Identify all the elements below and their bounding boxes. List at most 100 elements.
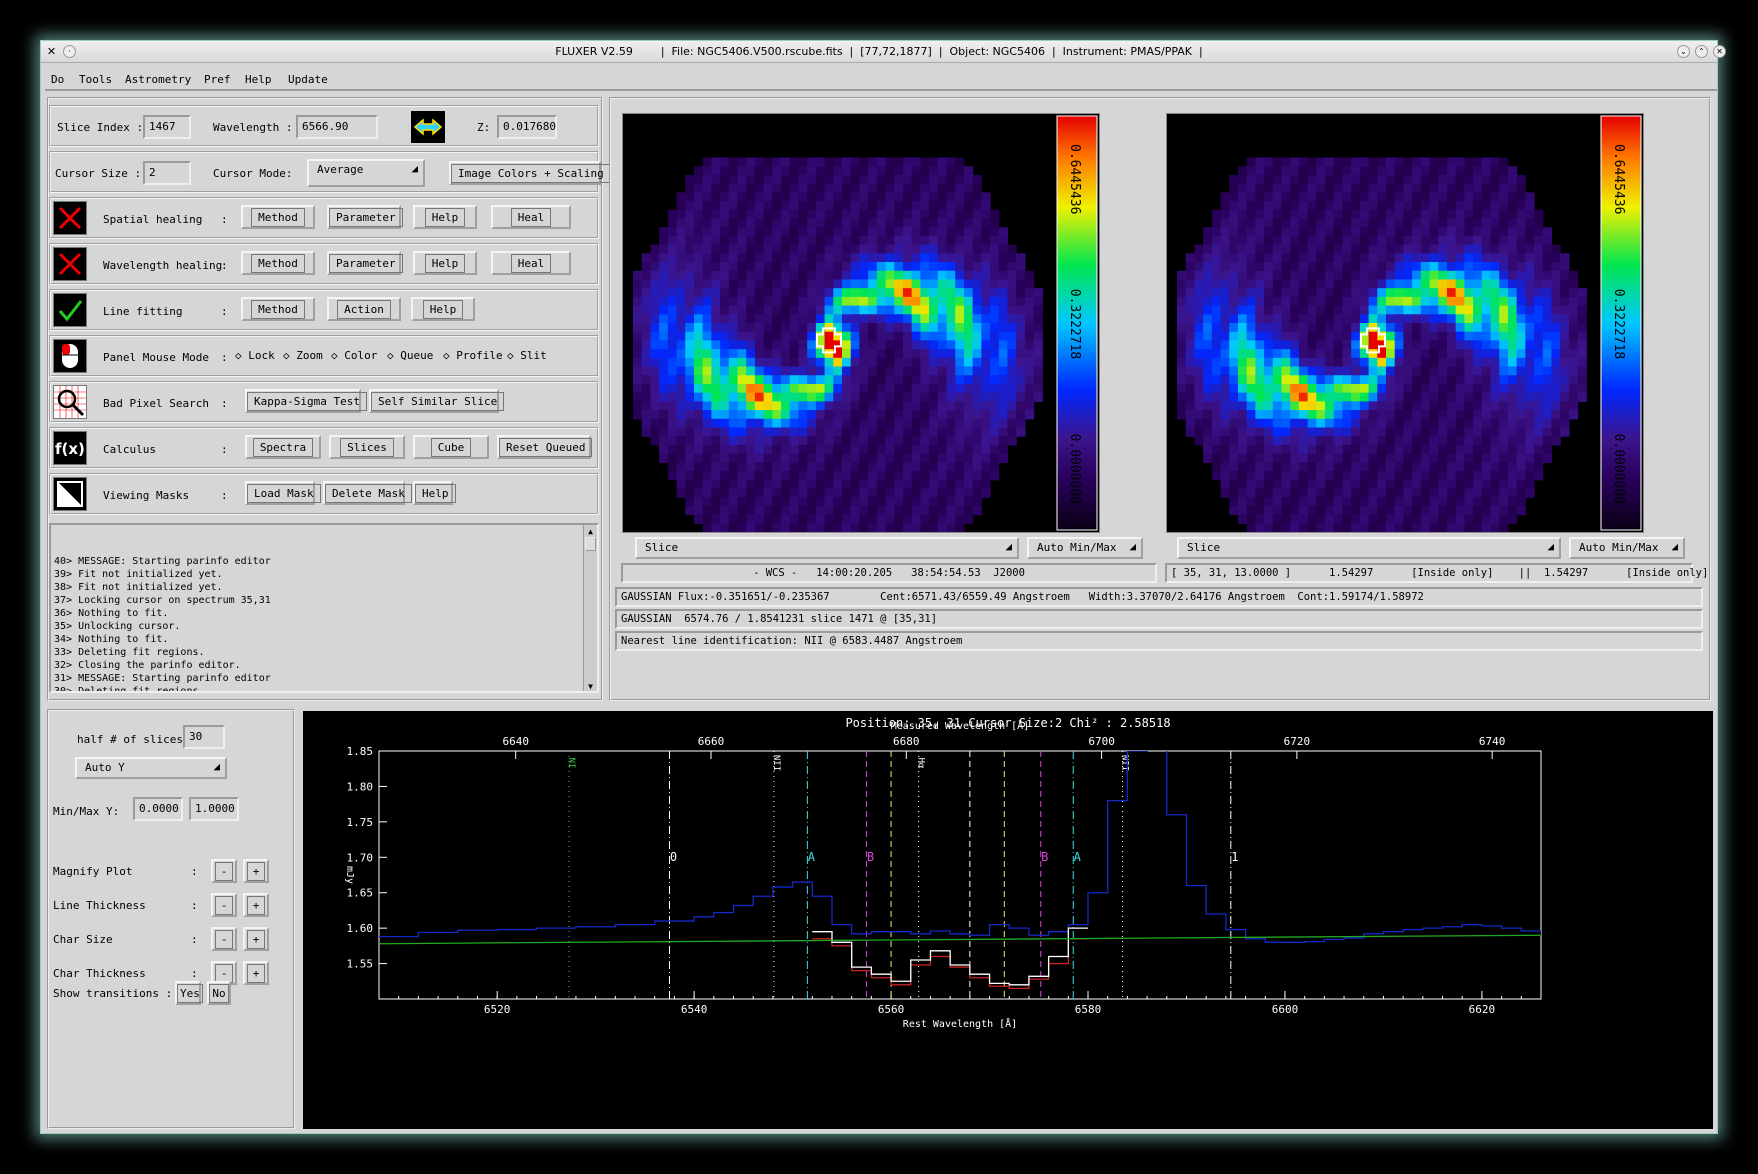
wavelength-input[interactable]: 6566.90 [296,115,378,139]
spatial-parameter-button[interactable]: Parameter [327,205,403,229]
mask-help-button[interactable]: Help [413,481,456,505]
button-label: Method [251,300,305,319]
cube-button[interactable]: Cube [413,435,489,459]
kappa-sigma-button[interactable]: Kappa-Sigma Test [245,389,367,413]
wavelength-heal-button[interactable]: Heal [491,251,571,275]
image-pixel [693,488,704,498]
image-pixel [807,401,817,411]
menu-astrometry[interactable]: Astrometry [125,73,191,86]
right-panel-scaling-dropdown[interactable]: Auto Min/Max ◢ [1569,537,1685,559]
right-panel-mode-dropdown[interactable]: Slice ◢ [1177,537,1561,559]
spatial-method-button[interactable]: Method [241,205,315,229]
image-pixel [1351,497,1361,507]
stepper-plus-button[interactable]: + [243,893,269,917]
image-pixel [955,235,965,246]
spectra-button[interactable]: Spectra [245,435,321,459]
image-pixel [789,174,800,185]
spectrum-plot[interactable]: Position: 35, 31 Cursor Size:2 Chi² : 2.… [303,711,1713,1129]
scroll-down-icon[interactable]: ▼ [585,680,596,691]
fit-method-button[interactable]: Method [241,297,315,321]
redshift-input[interactable]: 0.017680 [497,115,557,139]
spatial-help-button[interactable]: Help [413,205,477,229]
maximize-icon[interactable]: ⌃ [1695,45,1708,58]
reset-queued-button[interactable]: Reset Queued [497,435,593,459]
radio-lock[interactable]: ◇ Lock [235,349,275,362]
image-pixel [676,305,686,315]
image-pixel [981,305,991,315]
scroll-thumb[interactable] [585,537,596,551]
image-pixel [789,497,800,507]
radio-queue[interactable]: ◇ Queue [387,349,433,362]
image-pixel [1516,340,1526,350]
fit-help-button[interactable]: Help [411,297,475,321]
wavelength-help-button[interactable]: Help [413,251,477,275]
stepper-plus-button[interactable]: + [243,927,269,951]
message-log[interactable]: 40> MESSAGE: Starting parinfo editor 39> … [49,523,599,693]
image-colors-scaling-button[interactable]: Image Colors + Scaling [449,161,611,185]
min-y-input[interactable]: 0.0000 [133,797,183,821]
image-pixel [772,305,782,315]
redshift-toggle-button[interactable] [411,111,445,143]
stepper-minus-button[interactable]: - [211,859,237,883]
menu-help[interactable]: Help [245,73,272,86]
spectrum-chart[interactable]: Position: 35, 31 Cursor Size:2 Chi² : 2.… [303,711,1713,1129]
fit-action-button[interactable]: Action [327,297,401,321]
left-image-panel[interactable]: 0.6445436 0.3222718 0.0000000 [622,113,1100,533]
galaxy-slice-image[interactable] [1177,114,1607,532]
image-pixel [981,279,991,289]
radio-color[interactable]: ◇ Color [331,349,377,362]
show-transitions-yes-button[interactable]: Yes [175,981,203,1005]
delete-mask-button[interactable]: Delete Mask [323,481,412,505]
slice-index-input[interactable]: 1467 [143,115,191,139]
radio-profile[interactable]: ◇ Profile [443,349,503,362]
spatial-heal-button[interactable]: Heal [491,205,571,229]
stepper-plus-button[interactable]: + [243,961,269,985]
image-pixel [859,296,869,307]
minimize-icon[interactable]: ⌄ [1677,45,1690,58]
image-pixel [990,331,1000,342]
menu-tools[interactable]: Tools [79,73,112,86]
self-similar-slice-button[interactable]: Self Similar Slice [369,389,505,413]
image-pixel [1033,305,1043,315]
cursor-mode-dropdown[interactable]: Average ◢ [307,159,425,187]
image-pixel [1412,253,1422,263]
slices-button[interactable]: Slices [329,435,405,459]
log-scrollbar[interactable]: ▲ ▼ [583,525,597,691]
left-panel-scaling-dropdown[interactable]: Auto Min/Max ◢ [1027,537,1143,559]
image-pixel [955,227,965,237]
y-scaling-dropdown[interactable]: Auto Y ◢ [75,757,227,779]
menu-pref[interactable]: Pref [204,73,231,86]
image-pixel [1507,357,1518,368]
menu-update[interactable]: Update [288,73,328,86]
image-pixel [1403,323,1413,333]
image-pixel [650,331,660,342]
close-icon[interactable]: ✕ [1713,45,1726,58]
stepper-minus-button[interactable]: - [211,927,237,951]
image-pixel [1394,418,1405,429]
image-pixel [833,296,843,307]
image-pixel [772,462,782,472]
show-transitions-no-button[interactable]: No [207,981,231,1005]
image-pixel [868,183,878,193]
half-slices-input[interactable]: 30 [183,725,225,749]
max-y-input[interactable]: 1.0000 [189,797,239,821]
wavelength-parameter-button[interactable]: Parameter [327,251,403,275]
wavelength-method-button[interactable]: Method [241,251,315,275]
stepper-minus-button[interactable]: - [211,893,237,917]
radio-slit[interactable]: ◇ Slit [507,349,547,362]
scroll-up-icon[interactable]: ▲ [585,525,596,536]
image-pixel [946,479,956,490]
image-pixel [1481,166,1492,176]
image-pixel [711,270,721,281]
left-panel-mode-dropdown[interactable]: Slice ◢ [635,537,1019,559]
galaxy-slice-image[interactable] [633,114,1063,532]
right-image-panel[interactable]: 0.6445436 0.3222718 0.0000000 [1166,113,1644,533]
image-pixel [1412,444,1422,455]
image-pixel [902,227,913,237]
radio-zoom[interactable]: ◇ Zoom [283,349,323,362]
image-pixel [1516,262,1526,272]
cursor-size-input[interactable]: 2 [143,161,191,185]
load-mask-button[interactable]: Load Mask [245,481,321,505]
stepper-plus-button[interactable]: + [243,859,269,883]
menu-do[interactable]: Do [51,73,64,86]
